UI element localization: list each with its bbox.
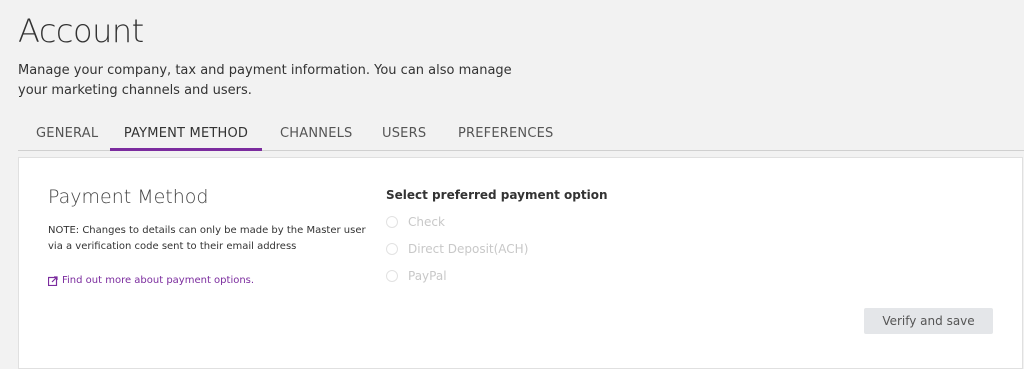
payment-option-label: Direct Deposit(ACH) — [408, 242, 529, 256]
tab-preferences[interactable]: PREFERENCES — [458, 116, 553, 148]
external-link-icon — [48, 275, 58, 286]
radio-paypal[interactable] — [386, 270, 398, 282]
page-description: Manage your company, tax and payment inf… — [18, 63, 512, 98]
payment-option-label: PayPal — [408, 269, 447, 283]
radio-direct-deposit[interactable] — [386, 243, 398, 255]
tab-general[interactable]: GENERAL — [36, 116, 98, 148]
payment-method-card: Payment Method NOTE: Changes to details … — [18, 157, 1023, 369]
payment-option-check[interactable]: Check — [386, 215, 445, 229]
verify-and-save-button[interactable]: Verify and save — [864, 308, 993, 334]
payment-option-paypal[interactable]: PayPal — [386, 269, 447, 283]
payment-option-direct-deposit[interactable]: Direct Deposit(ACH) — [386, 242, 528, 256]
radio-check[interactable] — [386, 216, 398, 228]
tab-bar: GENERAL PAYMENT METHOD CHANNELS USERS PR… — [18, 116, 1024, 151]
tab-channels[interactable]: CHANNELS — [280, 116, 352, 148]
payment-options-link-label: Find out more about payment options. — [62, 275, 255, 286]
payment-option-title: Select preferred payment option — [386, 188, 608, 202]
section-title: Payment Method — [48, 186, 209, 208]
payment-options-link[interactable]: Find out more about payment options. — [48, 275, 254, 286]
tab-users[interactable]: USERS — [382, 116, 426, 148]
page-title: Account — [18, 12, 144, 50]
payment-option-label: Check — [408, 215, 445, 229]
tab-payment-method[interactable]: PAYMENT METHOD — [110, 116, 262, 151]
master-user-note: NOTE: Changes to details can only be mad… — [48, 225, 366, 252]
